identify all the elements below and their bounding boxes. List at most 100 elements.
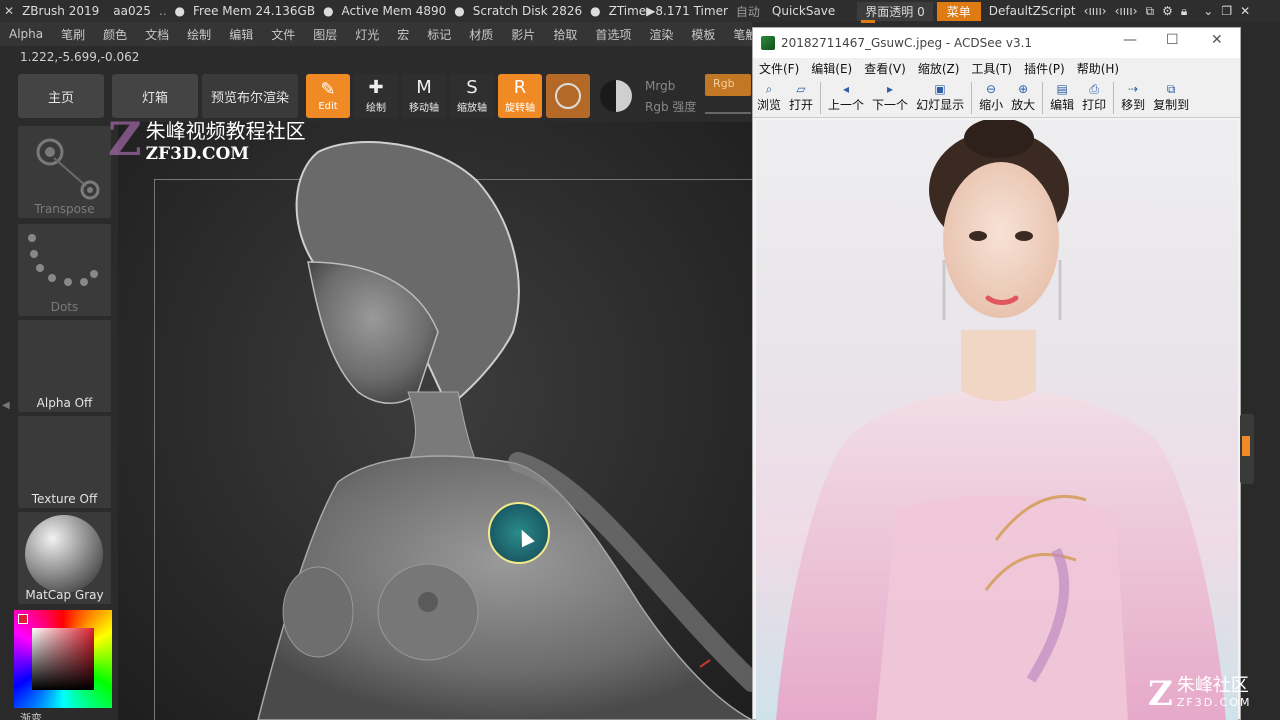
menu-item[interactable]: 笔触 [724, 26, 752, 43]
menu-item[interactable]: 材质 [460, 26, 502, 43]
app-name: ZBrush 2019 [22, 4, 100, 18]
slider-right-icon[interactable]: ‹ıııı› [1111, 4, 1142, 18]
slider-left-icon[interactable]: ‹ıııı› [1080, 4, 1111, 18]
draw-label: 绘制 [366, 102, 386, 114]
scale-label: 缩放轴 [457, 102, 487, 114]
matcap-label: MatCap Gray [25, 588, 104, 602]
menu-zoom[interactable]: 缩放(Z) [912, 60, 966, 77]
close-icon[interactable]: ✕ [1236, 4, 1254, 18]
print-icon: ⎙ [1089, 82, 1099, 96]
swap-panel-icon[interactable]: ⧉ [1142, 4, 1159, 19]
alpha-button[interactable]: Alpha Off [18, 320, 111, 412]
move-to-button[interactable]: ⇢ 移到 [1117, 82, 1149, 113]
menu-item[interactable]: 宏 [388, 26, 418, 43]
color-picker[interactable] [14, 610, 112, 708]
menu-item[interactable]: 文件 [262, 26, 304, 43]
transpose-label: Transpose [34, 202, 95, 216]
edit-image-button[interactable]: ▤ 编辑 [1046, 82, 1078, 113]
right-tray-tab[interactable] [1240, 414, 1254, 484]
menu-item[interactable]: 编辑 [220, 26, 262, 43]
edit-label: Edit [318, 100, 338, 112]
zoom-in-button[interactable]: ⊕ 放大 [1007, 82, 1039, 113]
draw-mode-button[interactable]: ✚ 绘制 [354, 74, 398, 118]
minimize-button[interactable]: — [1123, 32, 1137, 48]
rgb-button[interactable]: Rgb [705, 74, 751, 96]
scale-mode-button[interactable]: S 缩放轴 [450, 74, 494, 118]
settings-icon[interactable]: ⚙ [1158, 4, 1177, 18]
previous-button[interactable]: ◂ 上一个 [824, 82, 868, 113]
ui-transparency-fill [861, 19, 876, 23]
rgb-intensity-slider[interactable] [705, 112, 751, 114]
selected-color-swatch[interactable] [18, 614, 28, 624]
zbrush-title-bar: ✕ ZBrush 2019 aa025 .. ● Free Mem 24.136G… [0, 0, 1280, 23]
close-button[interactable]: ✕ [1211, 32, 1223, 48]
menu-tools[interactable]: 工具(T) [965, 60, 1018, 77]
menu-item[interactable]: 拾取 [544, 26, 586, 43]
menu-item[interactable]: Alpha [0, 27, 52, 41]
next-button[interactable]: ▸ 下一个 [868, 82, 912, 113]
material-button[interactable] [546, 74, 590, 118]
edit-mode-button[interactable]: ✎ Edit [306, 74, 350, 118]
sculpt-model [257, 141, 752, 720]
menu-button[interactable]: 菜单 [936, 1, 981, 21]
menu-item[interactable]: 影片 [502, 26, 544, 43]
browse-button[interactable]: ⌕ 浏览 [753, 82, 785, 113]
move-mode-button[interactable]: M 移动轴 [402, 74, 446, 118]
menu-file[interactable]: 文件(F) [753, 60, 805, 77]
zoom-out-button[interactable]: ⊖ 缩小 [975, 82, 1007, 113]
dots-stroke-button[interactable]: Dots [18, 224, 111, 316]
open-button[interactable]: ▱ 打开 [785, 82, 817, 113]
menu-plugins[interactable]: 插件(P) [1018, 60, 1071, 77]
zbrush-viewport[interactable] [118, 122, 752, 720]
dots-label: Dots [50, 300, 79, 314]
menu-item[interactable]: 笔刷 [52, 26, 94, 43]
ztime: ZTime▶8.171 Timer [608, 4, 728, 18]
mrgb-button[interactable]: Mrgb [645, 76, 696, 97]
matcap-button[interactable]: MatCap Gray [18, 512, 111, 604]
reference-photo[interactable] [756, 120, 1238, 720]
minimize-icon[interactable]: ⌄ [1199, 4, 1217, 18]
cursor-coordinates: 1.222,-5.699,-0.062 [20, 50, 140, 64]
left-tray-edge[interactable] [0, 120, 12, 720]
copy-to-label: 复制到 [1153, 98, 1190, 112]
active-mem: Active Mem 4890 [341, 4, 447, 18]
texture-button[interactable]: Texture Off [18, 416, 111, 508]
menu-item[interactable]: 渲染 [640, 26, 682, 43]
menu-item[interactable]: 首选项 [586, 26, 640, 43]
color-swatch-icon[interactable] [600, 80, 632, 112]
menu-item[interactable]: 标记 [418, 26, 460, 43]
copy-to-button[interactable]: ⧉ 复制到 [1149, 82, 1193, 113]
slideshow-button[interactable]: ▣ 幻灯显示 [912, 82, 968, 113]
saturation-square[interactable] [32, 628, 94, 690]
menu-item[interactable]: 图层 [304, 26, 346, 43]
menu-item[interactable]: 颜色 [94, 26, 136, 43]
rotate-mode-button[interactable]: R 旋转轴 [498, 74, 542, 118]
transpose-brush-button[interactable]: Transpose [18, 126, 111, 218]
quicksave-button[interactable]: QuickSave [768, 4, 839, 18]
menu-item[interactable]: 绘制 [178, 26, 220, 43]
menu-item[interactable]: 灯光 [346, 26, 388, 43]
corner-watermark-logo: Z [1148, 674, 1173, 714]
ui-transparency-slider[interactable]: 界面透明 0 [857, 1, 933, 23]
menu-help[interactable]: 帮助(H) [1071, 60, 1125, 77]
toolbar-separator [1042, 82, 1044, 114]
zoom-out-icon: ⊖ [986, 82, 997, 96]
tray-collapse-icon[interactable]: ◀ [2, 400, 10, 411]
right-tray-indicator [1242, 436, 1250, 456]
browse-label: 浏览 [757, 98, 782, 112]
menu-item[interactable]: 文档 [136, 26, 178, 43]
menu-edit[interactable]: 编辑(E) [805, 60, 858, 77]
restore-icon[interactable]: ❐ [1217, 4, 1236, 18]
print-button[interactable]: ⎙ 打印 [1078, 82, 1110, 113]
home-button[interactable]: 主页 [18, 74, 104, 118]
acdsee-title-bar[interactable]: 20182711467_GsuwC.jpeg - ACDSee v3.1 — ☐… [753, 28, 1240, 58]
acdsee-title: 20182711467_GsuwC.jpeg - ACDSee v3.1 [781, 36, 1033, 50]
maximize-button[interactable]: ☐ [1166, 32, 1179, 48]
right-tray-edge[interactable] [1241, 27, 1280, 720]
lock-icon[interactable]: 🔒︎ [1177, 4, 1191, 19]
menu-view[interactable]: 查看(V) [858, 60, 912, 77]
print-label: 打印 [1082, 98, 1107, 112]
menu-item[interactable]: 模板 [682, 26, 724, 43]
script-name[interactable]: DefaultZScript [985, 4, 1080, 18]
acdsee-window[interactable]: 20182711467_GsuwC.jpeg - ACDSee v3.1 — ☐… [752, 27, 1241, 720]
